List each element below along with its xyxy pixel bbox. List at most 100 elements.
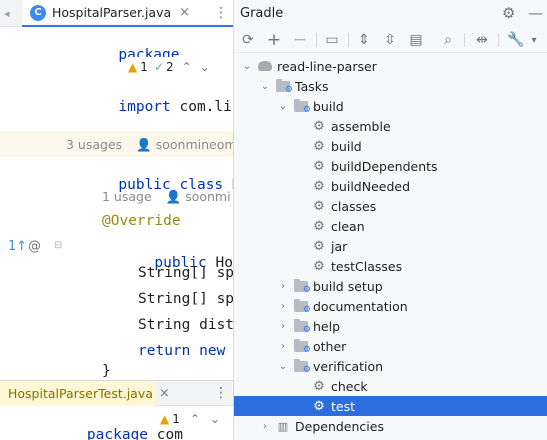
editor-pane[interactable]: ◂ C HospitalParser.java × ⋮ package ▲ 1 …	[0, 0, 233, 440]
code-line-return: return new	[138, 343, 226, 359]
code-line-dist: String dist	[138, 317, 233, 333]
gear-icon: ⚙	[313, 398, 325, 414]
chevron-down-icon[interactable]: ⌄	[277, 101, 289, 112]
gradle-tool-window[interactable]: Gradle ⚙ — ⟳ + − ▭ ⇕ ⇳ ▤ ⌕ ⇹ 🔧 ▾ ⌄ read-…	[233, 0, 547, 440]
tree-node-build[interactable]: ⌄ ⚙ build	[234, 96, 547, 116]
remove-icon[interactable]: −	[290, 30, 310, 50]
analyze-dependencies-icon[interactable]: ⌕	[438, 30, 458, 50]
gear-icon: ⚙	[313, 238, 325, 254]
reload-icon[interactable]: ⟳	[238, 30, 258, 50]
task-build[interactable]: ⚙ build	[234, 136, 547, 156]
scroll-left-icon[interactable]: ◂	[4, 7, 10, 20]
gear-icon: ⚙	[313, 178, 325, 194]
task-check[interactable]: ⚙ check	[234, 376, 547, 396]
chevron-right-icon[interactable]: ›	[259, 421, 271, 432]
tab-hospital-parser-test[interactable]: HospitalParserTest.java ×	[0, 381, 170, 406]
tab-hospital-parser[interactable]: C HospitalParser.java ×	[22, 0, 233, 27]
code-line-split-2: String[] sp	[138, 291, 233, 307]
task-folder-icon: ⚙	[293, 338, 311, 355]
code-line-close-brace: }	[102, 363, 111, 379]
fold-icon[interactable]: ⊟	[54, 240, 62, 251]
code-area[interactable]: package ▲ 1 ✓ 2 ⌃ ⌄ import com.line.dom …	[0, 27, 233, 380]
task-folder-icon: ⚙	[293, 278, 311, 295]
task-folder-icon: ⚙	[275, 78, 293, 95]
expand-all-icon[interactable]: ⇕	[354, 30, 374, 50]
gear-icon[interactable]: ⚙	[502, 4, 515, 22]
more-tabs-icon[interactable]: ⋮	[214, 5, 228, 21]
author-icon: 👤	[165, 189, 182, 204]
gradle-header: Gradle ⚙ —	[234, 0, 547, 27]
code-line-split-1: String[] sp	[138, 265, 233, 281]
settings-dropdown-icon[interactable]: ▾	[524, 30, 544, 50]
add-icon[interactable]: +	[264, 30, 284, 50]
tree-node-other[interactable]: › ⚙ other	[234, 336, 547, 356]
weak-warning-icon: ✓	[153, 60, 164, 74]
code-line-import: import com.line.dom	[118, 99, 233, 115]
group-modules-icon[interactable]: ▤	[406, 30, 426, 50]
java-class-icon: C	[30, 4, 46, 21]
usages-hint[interactable]: 3 usages 👤 soonmineom	[66, 137, 233, 153]
gradle-toolbar: ⟳ + − ▭ ⇕ ⇳ ▤ ⌕ ⇹ 🔧 ▾	[234, 27, 547, 53]
chevron-right-icon[interactable]: ›	[277, 301, 289, 312]
code-line-override: @Override	[102, 213, 181, 229]
more-tabs-icon[interactable]: ⋮	[214, 385, 228, 401]
editor2-tab-bar: HospitalParserTest.java × ⋮	[0, 381, 233, 406]
collapse-all-icon[interactable]: ⇳	[380, 30, 400, 50]
override-marker-icon[interactable]: 1↑	[8, 239, 27, 254]
chevron-right-icon[interactable]: ›	[277, 281, 289, 292]
tree-node-build-setup[interactable]: › ⚙ build setup	[234, 276, 547, 296]
tree-node-verification[interactable]: ⌄ ⚙ verification	[234, 356, 547, 376]
author-icon: 👤	[136, 137, 152, 152]
gear-icon: ⚙	[313, 378, 325, 394]
task-folder-icon: ⚙	[293, 318, 311, 335]
chevron-down-icon[interactable]: ⌄	[241, 61, 253, 72]
gear-icon: ⚙	[313, 258, 325, 274]
next-highlight-icon[interactable]: ⌄	[210, 412, 220, 426]
chevron-down-icon[interactable]: ⌄	[277, 361, 289, 372]
close-tab-icon[interactable]: ×	[159, 386, 170, 401]
minimize-icon[interactable]: —	[528, 4, 543, 22]
tree-node-dependencies[interactable]: › ▥ Dependencies	[234, 416, 547, 436]
next-highlight-icon[interactable]: ⌄	[200, 60, 210, 74]
task-folder-icon: ⚙	[293, 298, 311, 315]
tab-title: HospitalParserTest.java	[8, 386, 153, 401]
build-tool-settings-icon[interactable]: 🔧	[506, 30, 526, 50]
task-folder-icon: ⚙	[293, 98, 311, 115]
previous-highlight-icon[interactable]: ⌃	[190, 412, 200, 426]
dependencies-icon: ▥	[277, 419, 289, 433]
editor-tab-bar: ◂ C HospitalParser.java × ⋮	[0, 0, 233, 27]
gear-icon: ⚙	[313, 218, 325, 234]
warning-icon: ▲	[128, 60, 138, 74]
gear-icon: ⚙	[313, 138, 325, 154]
usages-hint-method[interactable]: 1 usage 👤 soonmi	[102, 189, 231, 205]
tab-title: HospitalParser.java	[52, 5, 172, 20]
gear-icon: ⚙	[313, 118, 325, 134]
task-folder-icon: ⚙	[293, 358, 311, 375]
task-build-dependents[interactable]: ⚙ buildDependents	[234, 156, 547, 176]
tree-node-project[interactable]: ⌄ read-line-parser	[234, 56, 547, 76]
execute-task-icon[interactable]: ▭	[322, 30, 342, 50]
task-clean[interactable]: ⚙ clean	[234, 216, 547, 236]
tree-node-help[interactable]: › ⚙ help	[234, 316, 547, 336]
chevron-right-icon[interactable]: ›	[277, 341, 289, 352]
task-assemble[interactable]: ⚙ assemble	[234, 116, 547, 136]
tree-node-documentation[interactable]: › ⚙ documentation	[234, 296, 547, 316]
annotation-marker-icon[interactable]: @	[28, 239, 41, 254]
task-build-needed[interactable]: ⚙ buildNeeded	[234, 176, 547, 196]
offline-mode-icon[interactable]: ⇹	[472, 30, 492, 50]
tree-node-tasks[interactable]: ⌄ ⚙ Tasks	[234, 76, 547, 96]
gear-icon: ⚙	[313, 198, 325, 214]
task-test[interactable]: ⚙ test	[234, 396, 547, 416]
gradle-title: Gradle	[240, 6, 284, 21]
task-jar[interactable]: ⚙ jar	[234, 236, 547, 256]
gear-icon: ⚙	[313, 158, 325, 174]
inspection-widget[interactable]: ▲ 1 ✓ 2 ⌃ ⌄	[128, 57, 233, 77]
close-tab-icon[interactable]: ×	[179, 5, 190, 20]
task-classes[interactable]: ⚙ classes	[234, 196, 547, 216]
warning-icon: ▲	[160, 412, 170, 426]
previous-highlight-icon[interactable]: ⌃	[182, 60, 192, 74]
chevron-right-icon[interactable]: ›	[277, 321, 289, 332]
task-test-classes[interactable]: ⚙ testClasses	[234, 256, 547, 276]
chevron-down-icon[interactable]: ⌄	[259, 81, 271, 92]
inspection-widget-2[interactable]: ▲ 1 ⌃ ⌄	[160, 412, 220, 426]
